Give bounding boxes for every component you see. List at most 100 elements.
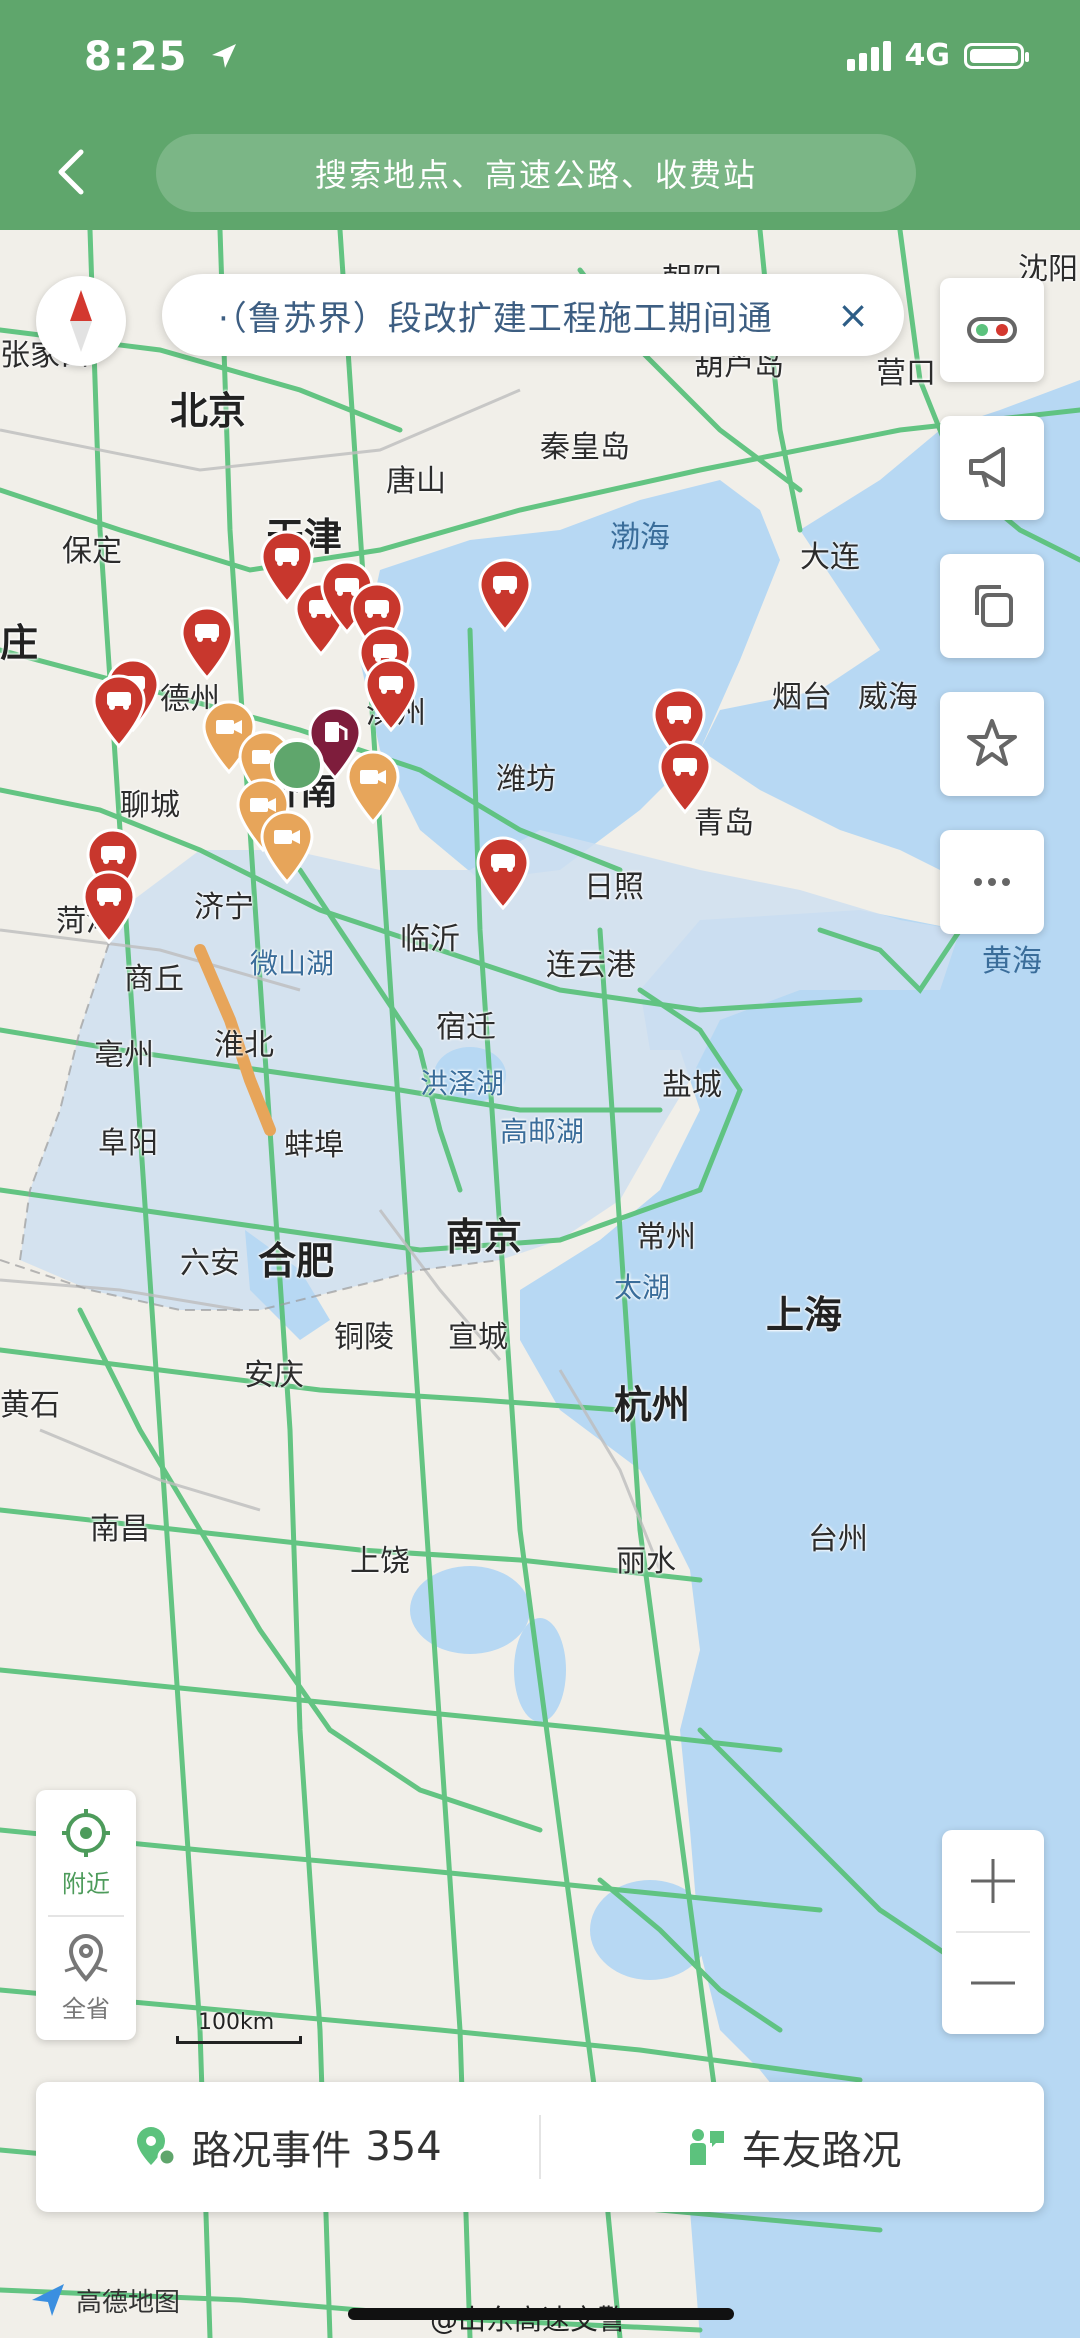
network-type: 4G — [904, 38, 951, 73]
map-label: 高邮湖 — [500, 1115, 585, 1148]
map-label: 丽水 — [616, 1544, 676, 1579]
map-label: 黄海 — [982, 944, 1042, 979]
app-root: 8:25 4G 搜索地点、高速公路、收费站 沈阳 张家口 葫芦岛 营口 北京 秦… — [0, 0, 1080, 2338]
map-label: 保定 — [62, 534, 122, 569]
map-label: 常州 — [636, 1220, 696, 1255]
compass-button[interactable] — [36, 276, 126, 366]
user-chat-icon — [689, 2129, 724, 2165]
province-button[interactable]: 全省 — [36, 1915, 136, 2040]
broadcast-button[interactable] — [940, 416, 1044, 520]
status-time: 8:25 — [84, 34, 238, 80]
map-label: 上饶 — [350, 1544, 410, 1579]
rider-traffic-tab[interactable]: 车友路况 — [541, 2082, 1044, 2212]
home-indicator[interactable] — [348, 2308, 734, 2320]
traffic-events-count: 354 — [365, 2124, 442, 2170]
traffic-events-tab[interactable]: 路况事件 354 — [36, 2082, 539, 2212]
map-label: 营口 — [876, 356, 936, 391]
traffic-events-label: 路况事件 — [191, 2128, 352, 2174]
incident-marker[interactable] — [90, 674, 148, 748]
brand-watermark: 高德地图 — [28, 2280, 180, 2320]
incident-marker[interactable] — [476, 558, 534, 632]
map-label: 洪泽湖 — [420, 1067, 505, 1100]
map-label: 淮北 — [214, 1028, 274, 1063]
incident-marker[interactable] — [80, 870, 138, 944]
map-label: 杭州 — [614, 1383, 691, 1427]
traffic-toggle-button[interactable] — [940, 278, 1044, 382]
zoom-control — [942, 1830, 1044, 2034]
map-label: 合肥 — [258, 1239, 335, 1283]
status-indicators: 4G — [846, 38, 1029, 73]
incident-marker[interactable] — [474, 836, 532, 910]
status-bar: 8:25 4G — [0, 0, 1080, 120]
map-label: 烟台 — [772, 680, 832, 715]
camera-marker[interactable] — [258, 810, 316, 884]
map-label: 唐山 — [386, 464, 446, 499]
map-label: 六安 — [180, 1246, 240, 1281]
scale-bar — [176, 2036, 302, 2044]
map-label: 渤海 — [610, 520, 670, 555]
map-label: 太湖 — [614, 1271, 671, 1304]
search-placeholder: 搜索地点、高速公路、收费站 — [314, 156, 757, 194]
close-button[interactable]: × — [828, 290, 878, 340]
close-icon: × — [837, 293, 869, 337]
map-label: 临沂 — [400, 922, 460, 957]
chevron-left-icon — [58, 149, 84, 195]
location-pin-icon — [137, 2127, 177, 2167]
favorite-button[interactable] — [940, 692, 1044, 796]
map-label: 上海 — [766, 1293, 843, 1337]
map-label: 日照 — [584, 870, 644, 905]
copy-layers-icon — [975, 585, 1013, 627]
map-label: 济宁 — [194, 890, 254, 925]
minus-icon — [971, 1981, 1015, 1985]
notice-text: ·（鲁苏界）段改扩建工程施工期间通 — [218, 298, 773, 339]
nearby-button[interactable]: 附近 — [36, 1790, 136, 1915]
map-label: 南京 — [446, 1215, 523, 1259]
map-label: 亳州 — [94, 1038, 154, 1073]
map-label: 南昌 — [90, 1512, 150, 1547]
zoom-in-button[interactable] — [942, 1830, 1044, 1932]
more-button[interactable] — [940, 830, 1044, 934]
map-scale: 100km — [176, 2010, 306, 2044]
bottom-bar: 路况事件 354 车友路况 — [36, 2082, 1044, 2212]
nearby-label: 附近 — [62, 1870, 110, 1898]
map-label: 威海 — [858, 680, 918, 715]
map-label: 阜阳 — [98, 1126, 158, 1161]
map-view[interactable]: 朝阳 沈阳 张家口 承德 葫芦岛 营口 北京 秦皇岛 唐山 天津 保定 渤海 大… — [0, 230, 1080, 2338]
map-label: 秦皇岛 — [540, 430, 630, 465]
crosshair-icon — [62, 1809, 110, 1857]
map-label: 潍坊 — [496, 762, 556, 797]
signal-icon — [846, 40, 891, 71]
star-icon — [967, 719, 1017, 766]
back-button[interactable] — [40, 142, 100, 202]
rider-traffic-label: 车友路况 — [741, 2128, 902, 2174]
incident-marker[interactable] — [656, 740, 714, 814]
amap-logo-icon — [32, 2284, 64, 2316]
zoom-out-button[interactable] — [942, 1932, 1044, 2034]
search-input[interactable]: 搜索地点、高速公路、收费站 — [156, 134, 916, 212]
more-icon — [974, 878, 1010, 886]
map-label: 连云港 — [546, 948, 636, 983]
incident-marker[interactable] — [178, 606, 236, 680]
map-label: 聊城 — [120, 788, 180, 823]
map-label: 北京 — [170, 389, 247, 433]
map-pin-icon — [64, 1934, 108, 1982]
battery-icon — [964, 42, 1029, 69]
map-label: 微山湖 — [250, 947, 335, 980]
province-label: 全省 — [62, 1995, 110, 2023]
map-label: 台州 — [808, 1522, 868, 1557]
compass-icon — [70, 290, 92, 352]
map-label: 蚌埠 — [284, 1128, 344, 1163]
layers-button[interactable] — [940, 554, 1044, 658]
map-label: 盐城 — [662, 1068, 722, 1103]
navigation-bar: 搜索地点、高速公路、收费站 — [0, 120, 1080, 230]
notice-banner[interactable]: ·（鲁苏界）段改扩建工程施工期间通 × — [162, 274, 904, 356]
map-label: 安庆 — [244, 1358, 304, 1393]
incident-marker[interactable] — [362, 658, 420, 732]
map-canvas — [0, 230, 1080, 2338]
incident-marker[interactable] — [258, 530, 316, 604]
megaphone-icon — [969, 447, 1005, 488]
current-location-dot — [270, 738, 324, 792]
map-label: 黄石 — [0, 1388, 60, 1423]
scale-label: 100km — [198, 2010, 275, 2035]
map-label: 宣城 — [448, 1320, 508, 1355]
